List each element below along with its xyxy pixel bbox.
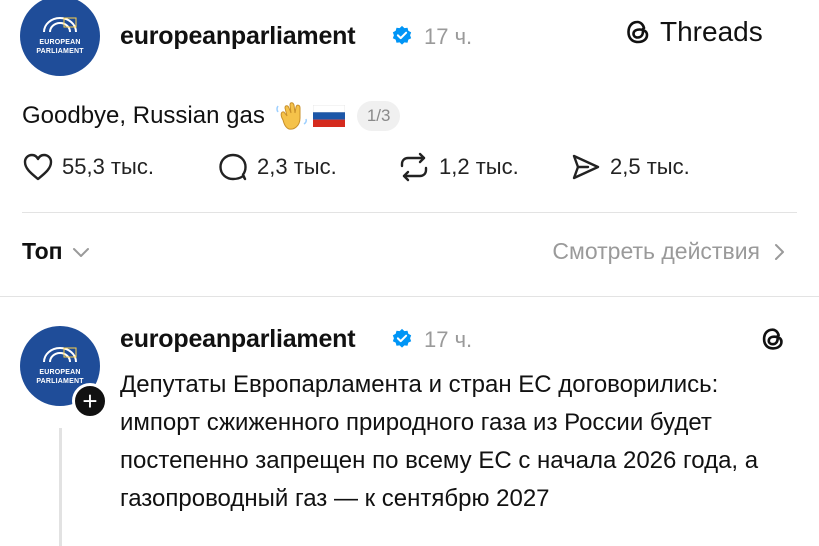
- divider-top: [22, 212, 797, 213]
- view-activity-label: Смотреть действия: [552, 238, 760, 264]
- repost-count: 1,2 тыс.: [439, 154, 519, 179]
- waving-hand-icon: [276, 102, 307, 130]
- speech-bubble-icon: [219, 153, 247, 181]
- post-emoji: [275, 100, 345, 132]
- post-timestamp: 17 ч.: [424, 24, 473, 49]
- post-text-row: Goodbye, Russian gas 1/3: [22, 100, 401, 132]
- reply-button[interactable]: 2,3 тыс.: [217, 152, 337, 182]
- verified-badge-icon: [392, 328, 412, 348]
- reply-timestamp: 17 ч.: [424, 327, 473, 352]
- threads-brand-label: Threads: [660, 16, 763, 47]
- parliament-logo-icon: [43, 17, 77, 33]
- sort-dropdown[interactable]: Топ: [22, 238, 91, 265]
- share-button[interactable]: 2,5 тыс.: [570, 152, 690, 182]
- repost-icon: [400, 152, 428, 182]
- reply-text: Депутаты Европарламента и стран ЕС догов…: [120, 371, 759, 512]
- chevron-right-icon: [775, 243, 784, 260]
- thread-connector-line: [59, 428, 62, 546]
- like-button[interactable]: 55,3 тыс.: [22, 152, 154, 182]
- heart-icon: [23, 153, 53, 181]
- threads-logo-icon: [627, 20, 649, 44]
- repost-button[interactable]: 1,2 тыс.: [397, 152, 519, 182]
- sort-label: Топ: [22, 238, 63, 264]
- reply-username[interactable]: europeanparliament: [120, 325, 356, 354]
- threads-logo-icon[interactable]: [758, 324, 788, 354]
- page-indicator: 1/3: [356, 101, 401, 131]
- post-username[interactable]: europeanparliament: [120, 22, 356, 51]
- verified-badge-icon: [392, 25, 412, 45]
- parliament-logo-icon: [43, 347, 77, 363]
- post-text: Goodbye, Russian gas: [22, 102, 265, 129]
- avatar-european-parliament[interactable]: EUROPEAN PARLIAMENT: [20, 0, 100, 76]
- follow-plus-button[interactable]: +: [72, 383, 108, 419]
- divider-bottom: [0, 296, 819, 297]
- reply-count: 2,3 тыс.: [257, 154, 337, 179]
- plus-icon: +: [82, 386, 98, 416]
- threads-brand[interactable]: Threads: [622, 16, 763, 48]
- engagement-stats: 55,3 тыс. 2,3 тыс. 1,2 тыс. 2,5 тыс.: [22, 152, 802, 192]
- avatar-logo-text: EUROPEAN PARLIAMENT: [36, 39, 84, 55]
- chevron-down-icon: [72, 247, 89, 257]
- like-count: 55,3 тыс.: [62, 154, 154, 179]
- share-count: 2,5 тыс.: [610, 154, 690, 179]
- send-icon: [572, 154, 600, 180]
- russia-flag-icon: [312, 105, 345, 127]
- view-activity-link[interactable]: Смотреть действия: [552, 238, 786, 265]
